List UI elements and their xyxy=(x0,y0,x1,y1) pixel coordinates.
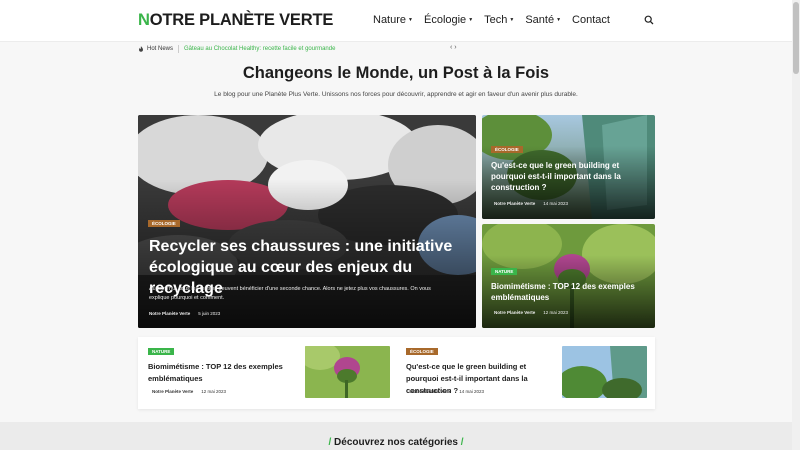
post-date: 14 mai 2023 xyxy=(543,201,569,206)
mini-post-card[interactable]: NATURE Biomimétisme : TOP 12 des exemple… xyxy=(138,337,390,409)
nav-item-nature[interactable]: Nature ▼ xyxy=(373,14,413,26)
nav-item-ecologie[interactable]: Écologie ▼ xyxy=(424,14,473,26)
thistle-image xyxy=(305,346,390,398)
site-header: NOTRE PLANÈTE VERTE Nature ▼ Écologie ▼ Te… xyxy=(0,0,792,42)
mini-post-card[interactable]: ÉCOLOGIE Qu'est-ce que le green building… xyxy=(396,337,647,409)
nav-label: Nature xyxy=(373,14,407,26)
category-badge[interactable]: ÉCOLOGIE xyxy=(491,146,523,153)
hot-news-label: Hot News xyxy=(138,46,173,52)
chevron-down-icon: ▼ xyxy=(408,17,413,23)
post-thumbnail[interactable] xyxy=(305,346,390,398)
hot-news-headline[interactable]: Gâteau au Chocolat Healthy: recette faci… xyxy=(184,46,335,52)
chevron-down-icon: ▼ xyxy=(509,17,515,23)
post-meta: Notre Planète Verte 12 mai 2023 xyxy=(494,310,568,315)
slash-decoration: / xyxy=(328,437,332,448)
category-badge[interactable]: NATURE xyxy=(148,348,175,355)
hot-news-title: Hot News xyxy=(147,46,174,52)
logo-text: OTRE PLANÈTE VERTE xyxy=(149,11,334,29)
post-date: 12 mai 2023 xyxy=(543,310,569,315)
site-logo[interactable]: NOTRE PLANÈTE VERTE xyxy=(138,11,333,30)
featured-post-excerpt: Aujourd'hui, tous les textiles peuvent b… xyxy=(149,286,431,301)
post-meta: Notre Planète Verte 14 mai 2023 xyxy=(410,389,484,394)
category-badge[interactable]: ÉCOLOGIE xyxy=(406,348,438,355)
post-date: 12 mai 2023 xyxy=(201,389,227,394)
side-post-card[interactable]: ÉCOLOGIE Qu'est-ce que le green building… xyxy=(482,115,655,219)
nav-item-sante[interactable]: Santé ▼ xyxy=(525,14,561,26)
nav-label: Tech xyxy=(484,14,508,26)
nav-label: Santé xyxy=(525,14,555,26)
post-meta: Notre Planète Verte 14 mai 2023 xyxy=(494,201,568,206)
green-building-image xyxy=(562,346,647,398)
page-subtitle: Le blog pour une Planète Plus Verte. Uni… xyxy=(214,91,578,98)
post-date: 14 mai 2023 xyxy=(459,389,485,394)
hot-news-bar: Hot News Gâteau au Chocolat Healthy: rec… xyxy=(138,43,654,55)
nav-item-contact[interactable]: Contact xyxy=(572,14,610,26)
post-thumbnail[interactable] xyxy=(562,346,647,398)
scrollbar-thumb[interactable] xyxy=(793,2,799,74)
chevron-down-icon: ▼ xyxy=(468,17,474,23)
featured-post-card[interactable]: ÉCOLOGIE Recycler ses chaussures : une i… xyxy=(138,115,476,328)
categories-heading: / Découvrez nos catégories / xyxy=(0,437,792,448)
post-date: 5 juin 2023 xyxy=(198,311,221,316)
slash-decoration: / xyxy=(460,437,464,448)
category-badge[interactable]: NATURE xyxy=(491,268,518,275)
category-badge[interactable]: ÉCOLOGIE xyxy=(148,220,180,227)
post-author[interactable]: Notre Planète Verte xyxy=(494,310,535,315)
post-author[interactable]: Notre Planète Verte xyxy=(410,389,451,394)
post-author[interactable]: Notre Planète Verte xyxy=(152,389,193,394)
search-icon[interactable] xyxy=(644,15,654,25)
side-post-title[interactable]: Qu'est-ce que le green building et pourq… xyxy=(491,160,641,193)
nav-label: Contact xyxy=(572,14,610,26)
side-post-card[interactable]: NATURE Biomimétisme : TOP 12 des exemple… xyxy=(482,224,655,328)
page-title: Changeons le Monde, un Post à la Fois xyxy=(242,64,550,82)
chevron-down-icon: ▼ xyxy=(556,17,562,23)
hot-news-arrows[interactable]: ‹ › xyxy=(450,44,457,51)
divider xyxy=(178,45,180,53)
post-author[interactable]: Notre Planète Verte xyxy=(494,201,535,206)
post-meta: Notre Planète Verte 12 mai 2023 xyxy=(152,389,226,394)
flame-icon xyxy=(139,46,143,52)
page-scrollbar[interactable] xyxy=(792,0,800,450)
categories-heading-text: Découvrez nos catégories xyxy=(334,437,458,448)
mini-post-title[interactable]: Biomimétisme : TOP 12 des exemples emblé… xyxy=(148,361,298,385)
nav-label: Écologie xyxy=(423,14,467,26)
nav-item-tech[interactable]: Tech ▼ xyxy=(484,14,514,26)
side-post-title[interactable]: Biomimétisme : TOP 12 des exemples emblé… xyxy=(491,281,641,303)
recent-posts-panel: NATURE Biomimétisme : TOP 12 des exemple… xyxy=(138,337,655,409)
logo-initial: N xyxy=(138,11,150,29)
post-author[interactable]: Notre Planète Verte xyxy=(149,311,190,316)
main-nav: Nature ▼ Écologie ▼ Tech ▼ Santé ▼ Contact xyxy=(373,14,610,26)
post-meta: Notre Planète Verte 5 juin 2023 xyxy=(149,311,220,316)
